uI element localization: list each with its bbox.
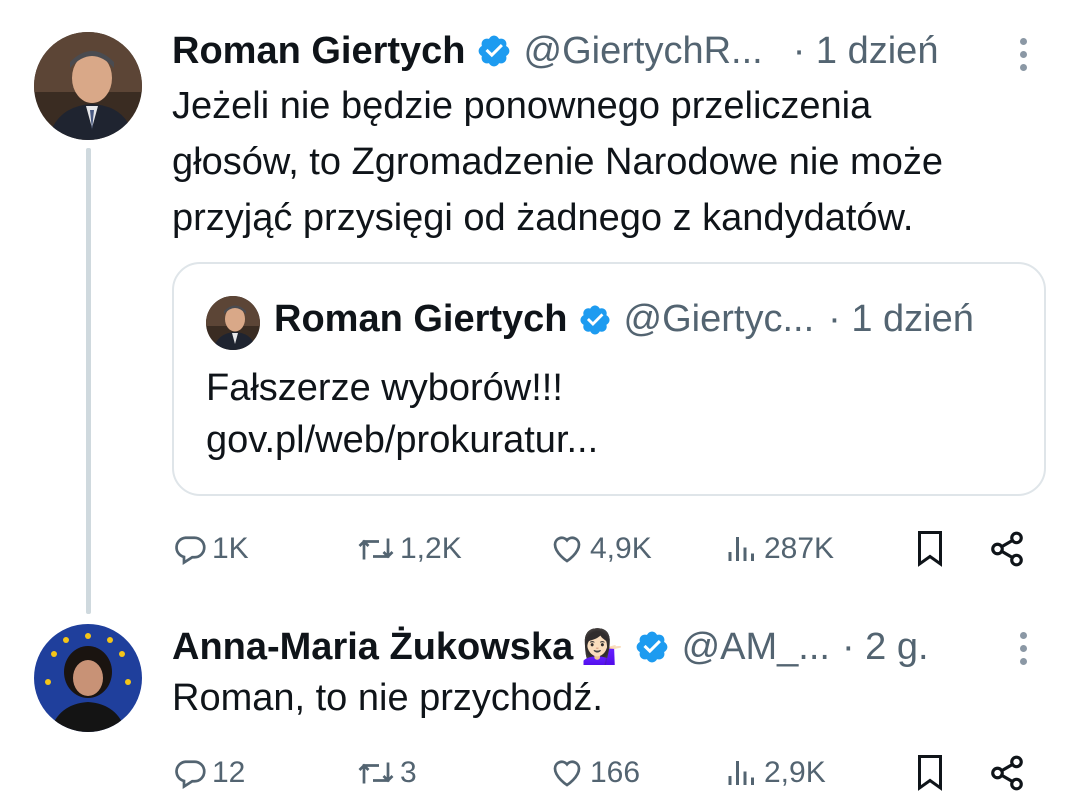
reply-icon: [175, 760, 206, 789]
author-handle[interactable]: @AM_...: [682, 626, 830, 669]
more-vertical-icon[interactable]: [1018, 38, 1028, 71]
reply-button[interactable]: 1K: [172, 524, 249, 574]
author-emoji: 💁🏻‍♀️: [581, 628, 624, 666]
quoted-text: Fałszerze wyborów!!! gov.pl/web/prokurat…: [206, 362, 598, 466]
quoted-header: Roman Giertych @Giertyc... · 1 dzień: [274, 298, 974, 341]
tweet-header: Anna-Maria Żukowska 💁🏻‍♀️ @AM_... · 2 g.: [172, 624, 929, 670]
more-vertical-icon[interactable]: [1018, 632, 1028, 665]
tweet-text-line: Jeżeli nie będzie ponownego przeliczenia: [172, 85, 872, 127]
reply-icon: [175, 536, 206, 565]
reply-count: 1K: [212, 532, 249, 565]
tweet-text: Jeżeli nie będzie ponownego przeliczenia…: [172, 78, 943, 246]
quoted-link[interactable]: gov.pl/web/prokuratur...: [206, 414, 598, 466]
verified-badge-icon: [578, 303, 612, 337]
avatar[interactable]: [34, 32, 142, 140]
thread-connector-line: [86, 148, 91, 614]
tweet-header: Roman Giertych @GiertychR... · 1 dzień: [172, 28, 938, 74]
avatar[interactable]: [34, 624, 142, 732]
bookmark-button[interactable]: [912, 524, 948, 574]
tweet-text-line: Roman, to nie przychodź.: [172, 677, 603, 719]
quoted-author-name[interactable]: Roman Giertych: [274, 298, 568, 341]
quoted-tweet[interactable]: Roman Giertych @Giertyc... · 1 dzień Fał…: [172, 262, 1046, 496]
views-button[interactable]: 2,9K: [724, 748, 826, 798]
timestamp[interactable]: · 2 g.: [842, 626, 929, 669]
quoted-avatar[interactable]: [206, 296, 260, 350]
share-icon: [991, 531, 1023, 567]
heart-icon: [553, 536, 581, 563]
like-count: 166: [590, 756, 641, 789]
repost-button[interactable]: 3: [356, 748, 417, 798]
tweet-text-line: przyjąć przysięgi od żadnego z kandydató…: [172, 197, 914, 239]
author-name[interactable]: Roman Giertych: [172, 30, 466, 73]
views-count: 287K: [764, 532, 835, 565]
share-button[interactable]: [988, 748, 1026, 798]
share-icon: [991, 755, 1023, 791]
share-button[interactable]: [988, 524, 1026, 574]
bookmark-icon: [918, 755, 942, 791]
like-count: 4,9K: [590, 532, 652, 565]
tweet-actions: 12 3 166 2,9K: [172, 748, 1042, 798]
quoted-text-line: Fałszerze wyborów!!!: [206, 367, 563, 409]
repost-count: 1,2K: [400, 532, 462, 565]
bookmark-button[interactable]: [912, 748, 948, 798]
repost-icon: [358, 538, 394, 560]
tweet-text: Roman, to nie przychodź.: [172, 670, 603, 726]
tweet-text-line: głosów, to Zgromadzenie Narodowe nie moż…: [172, 141, 943, 183]
reply-button[interactable]: 12: [172, 748, 245, 798]
views-icon: [728, 761, 754, 785]
views-icon: [728, 537, 754, 561]
repost-icon: [358, 762, 394, 784]
author-handle[interactable]: @GiertychR...: [524, 30, 763, 73]
quoted-author-handle[interactable]: @Giertyc...: [624, 298, 815, 341]
like-button[interactable]: 166: [548, 748, 640, 798]
repost-button[interactable]: 1,2K: [356, 524, 462, 574]
tweet-actions: 1K 1,2K 4,9K 287K: [172, 524, 1042, 574]
verified-badge-icon: [476, 33, 512, 69]
views-button[interactable]: 287K: [724, 524, 834, 574]
like-button[interactable]: 4,9K: [548, 524, 652, 574]
reply-count: 12: [212, 756, 246, 789]
timestamp[interactable]: · 1 dzień: [793, 30, 939, 73]
author-name[interactable]: Anna-Maria Żukowska: [172, 626, 573, 669]
verified-badge-icon: [634, 629, 670, 665]
views-count: 2,9K: [764, 756, 826, 789]
heart-icon: [553, 760, 581, 787]
quoted-timestamp[interactable]: · 1 dzień: [828, 298, 974, 341]
repost-count: 3: [400, 756, 417, 789]
bookmark-icon: [918, 531, 942, 567]
